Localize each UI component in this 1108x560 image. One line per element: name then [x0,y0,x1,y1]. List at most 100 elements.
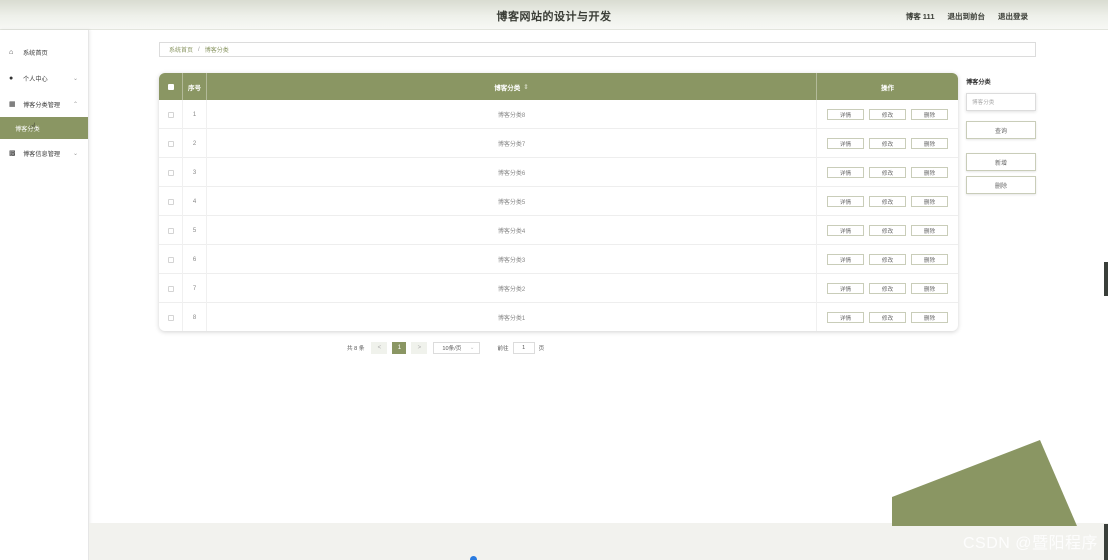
row-category-name: 博客分类7 [207,129,817,158]
edit-button[interactable]: 修改 [869,254,906,265]
row-category-name: 博客分类5 [207,187,817,216]
row-actions: 详情 修改 删除 [817,303,958,331]
row-checkbox[interactable] [159,158,183,187]
detail-button[interactable]: 详情 [827,225,864,236]
sidebar-item-home[interactable]: ⌂ 系统首页 [0,42,88,62]
table-row: 8 博客分类1 详情 修改 删除 [159,303,958,331]
page-1-button[interactable]: 1 [392,341,407,354]
chevron-down-icon: ⌄ [469,344,475,351]
delete-button[interactable]: 删除 [911,167,948,178]
header-name[interactable]: 博客分类 ⇕ [207,73,817,100]
page-size-value: 10条/页 [442,345,462,352]
delete-button[interactable]: 删除 [911,225,948,236]
query-button[interactable]: 查询 [966,121,1036,139]
row-category-name: 博客分类2 [207,274,817,303]
batch-delete-button[interactable]: 删除 [966,176,1036,194]
goto-label: 前往 [497,345,509,352]
delete-button[interactable]: 删除 [911,312,948,323]
apps-icon: ▩ [9,150,16,157]
delete-button[interactable]: 删除 [911,283,948,294]
row-index: 2 [183,129,207,158]
row-index: 3 [183,158,207,187]
watermark: CSDN @暨阳程序 [962,535,1098,552]
row-checkbox[interactable] [159,100,183,129]
row-checkbox[interactable] [159,187,183,216]
pagination: 共 8 条 < 1 > 10条/页 ⌄ 前往 1 页 [347,341,544,354]
hand-cursor-icon: ☝ [30,122,37,133]
edit-button[interactable]: 修改 [869,225,906,236]
row-checkbox[interactable] [159,216,183,245]
row-checkbox[interactable] [159,274,183,303]
delete-button[interactable]: 删除 [911,196,948,207]
breadcrumb-separator: / [198,46,200,53]
detail-button[interactable]: 详情 [827,312,864,323]
header-name-label: 博客分类 [494,84,521,92]
row-index: 1 [183,100,207,129]
sidebar: ⌂ 系统首页 ● 个人中心 ⌄ ▦ 博客分类管理 ⌃ 博客分类 ☝ ▩ 博客信息… [0,30,89,560]
table-row: 7 博客分类2 详情 修改 删除 [159,274,958,303]
detail-button[interactable]: 详情 [827,138,864,149]
edit-button[interactable]: 修改 [869,283,906,294]
delete-button[interactable]: 删除 [911,254,948,265]
top-links: 博客 111 退出到前台 退出登录 [906,11,1028,22]
category-table: 序号 博客分类 ⇕ 操作 1 博客分类8 详情 修改 删除 2 博客分类7 详情 修改 删除 3 博客… [159,73,958,331]
detail-button[interactable]: 详情 [827,196,864,207]
to-frontend-link[interactable]: 退出到前台 [948,11,986,22]
row-category-name: 博客分类8 [207,100,817,129]
sort-icon[interactable]: ⇕ [523,83,528,91]
delete-button[interactable]: 删除 [911,138,948,149]
table-header: 序号 博客分类 ⇕ 操作 [159,73,958,100]
detail-button[interactable]: 详情 [827,109,864,120]
sidebar-item-profile[interactable]: ● 个人中心 ⌄ [0,68,88,88]
row-actions: 详情 修改 删除 [817,129,958,158]
logout-link[interactable]: 退出登录 [998,11,1028,22]
row-category-name: 博客分类6 [207,158,817,187]
next-page-button[interactable]: > [411,341,428,354]
search-panel: 博客分类 博客分类 查询 新增 删除 [966,77,1036,194]
search-label: 博客分类 [966,79,991,86]
row-actions: 详情 修改 删除 [817,187,958,216]
row-category-name: 博客分类3 [207,245,817,274]
delete-button[interactable]: 删除 [911,109,948,120]
breadcrumb-current: 博客分类 [204,48,229,54]
edit-button[interactable]: 修改 [869,109,906,120]
row-checkbox[interactable] [159,303,183,331]
chevron-down-icon: ⌄ [72,75,78,82]
edit-button[interactable]: 修改 [869,312,906,323]
sidebar-item-label: 系统首页 [23,49,48,57]
detail-button[interactable]: 详情 [827,167,864,178]
chevron-down-icon: ⌄ [72,150,78,157]
table-row: 1 博客分类8 详情 修改 删除 [159,100,958,129]
row-index: 4 [183,187,207,216]
sidebar-item-label: 博客信息管理 [23,150,61,158]
sidebar-subitem-category[interactable]: 博客分类 ☝ [0,117,88,139]
sidebar-item-blog-mgmt[interactable]: ▩ 博客信息管理 ⌄ [0,143,88,163]
prev-page-button[interactable]: < [371,341,388,354]
breadcrumb-home[interactable]: 系统首页 [169,45,193,54]
category-search-input[interactable]: 博客分类 [966,93,1036,111]
row-actions: 详情 修改 删除 [817,158,958,187]
row-category-name: 博客分类1 [207,303,817,331]
row-index: 5 [183,216,207,245]
row-actions: 详情 修改 删除 [817,274,958,303]
row-actions: 详情 修改 删除 [817,100,958,129]
row-category-name: 博客分类4 [207,216,817,245]
row-checkbox[interactable] [159,245,183,274]
edge-scroll-handle-bottom[interactable] [1104,524,1108,560]
goto-page-input[interactable]: 1 [512,341,535,354]
page-size-select[interactable]: 10条/页 ⌄ [433,341,481,354]
select-all-checkbox[interactable] [159,73,183,100]
header-ops: 操作 [881,84,894,92]
sidebar-item-category-mgmt[interactable]: ▦ 博客分类管理 ⌃ [0,94,88,114]
edit-button[interactable]: 修改 [869,138,906,149]
edit-button[interactable]: 修改 [869,196,906,207]
edit-button[interactable]: 修改 [869,167,906,178]
page-suffix: 页 [538,345,545,352]
row-index: 8 [183,303,207,331]
row-checkbox[interactable] [159,129,183,158]
detail-button[interactable]: 详情 [827,283,864,294]
detail-button[interactable]: 详情 [827,254,864,265]
edge-scroll-handle[interactable] [1104,262,1108,296]
chevron-up-icon: ⌃ [72,101,78,108]
add-button[interactable]: 新增 [966,153,1036,171]
